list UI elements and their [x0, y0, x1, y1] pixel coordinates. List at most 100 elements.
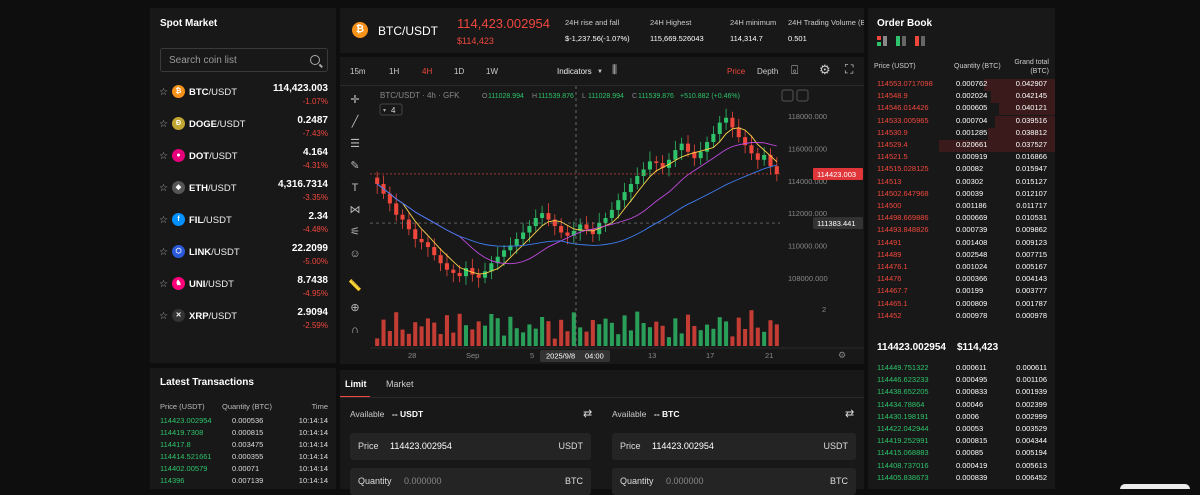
floating-button[interactable] — [1120, 484, 1190, 489]
bid-row[interactable]: 114449.751322 0.000611 0.000611 — [868, 363, 1055, 375]
quantity-field-right[interactable]: Quantity 0.000000 BTC — [612, 468, 856, 495]
brush-icon[interactable]: ✎ — [348, 159, 362, 173]
star-icon[interactable]: ☆ — [159, 119, 168, 130]
swap-icon-right[interactable]: ⇄ — [845, 407, 854, 420]
ask-row[interactable]: 114467.7 0.00199 0.003777 — [868, 286, 1055, 298]
depth-tab[interactable]: Depth — [757, 67, 778, 76]
latest-transactions-panel: Latest Transactions Price (USDT) Quantit… — [150, 368, 336, 489]
coin-row-fil[interactable]: ☆ f FIL/USDT 2.34 -4.48% — [150, 211, 336, 244]
star-icon[interactable]: ☆ — [159, 247, 168, 258]
ask-row[interactable]: 114529.4 0.020661 0.037527 — [868, 140, 1055, 152]
coin-search-input[interactable] — [160, 48, 328, 72]
price-field-left[interactable]: Price 114423.002954 USDT — [350, 433, 591, 460]
candle-body — [476, 274, 481, 278]
book-both-icon[interactable] — [877, 36, 887, 46]
swap-icon-left[interactable]: ⇄ — [583, 407, 592, 420]
magnet-icon[interactable]: ∩ — [348, 323, 362, 337]
price-tab[interactable]: Price — [727, 67, 745, 76]
coin-row-btc[interactable]: ☆ ₿ BTC/USDT 114,423.003 -1.07% — [150, 83, 336, 116]
bid-row[interactable]: 114408.737016 0.000419 0.005613 — [868, 461, 1055, 473]
book-bids-icon[interactable] — [896, 36, 906, 46]
coin-row-xrp[interactable]: ☆ ✕ XRP/USDT 2.9094 -2.59% — [150, 307, 336, 340]
ask-row[interactable]: 114465.1 0.000809 0.001787 — [868, 299, 1055, 311]
camera-icon[interactable]: ⌻ — [791, 63, 798, 78]
ask-row[interactable]: 114533.005965 0.000704 0.039516 — [868, 115, 1055, 128]
ask-price: 114548.9 — [877, 91, 908, 101]
bid-row[interactable]: 114419.252991 0.000815 0.004344 — [868, 436, 1055, 448]
star-icon[interactable]: ☆ — [159, 311, 168, 322]
ask-row[interactable]: 114491 0.001408 0.009123 — [868, 238, 1055, 250]
indicators-button[interactable]: Indicators — [557, 67, 592, 76]
timeframe-1d[interactable]: 1D — [454, 67, 464, 76]
tab-market[interactable]: Market — [386, 379, 414, 389]
ask-row[interactable]: 114546.014426 0.000605 0.040121 — [868, 103, 1055, 116]
crosshair-icon[interactable]: ✛ — [348, 93, 362, 107]
ask-row[interactable]: 114489 0.002548 0.007715 — [868, 250, 1055, 262]
ask-row[interactable]: 114530.9 0.001285 0.038812 — [868, 127, 1055, 140]
quantity-value-right[interactable]: 0.000000 — [666, 476, 704, 486]
star-icon[interactable]: ☆ — [159, 87, 168, 98]
ask-row[interactable]: 114515.028125 0.00082 0.015947 — [868, 164, 1055, 176]
volume-bar — [736, 317, 741, 346]
ask-row[interactable]: 114513 0.00302 0.015127 — [868, 177, 1055, 189]
candlestick-chart[interactable]: 118000.000116000.000114000.000112000.000… — [370, 86, 864, 364]
ask-row[interactable]: 114500 0.001186 0.011717 — [868, 201, 1055, 213]
text-icon[interactable]: T — [348, 181, 362, 195]
transaction-row: 114423.002954 0.000536 10:14:14 — [150, 416, 336, 428]
tab-limit[interactable]: Limit — [345, 379, 367, 389]
candle-type-icon[interactable]: ⫼ — [612, 64, 617, 77]
ask-row[interactable]: 114493.848826 0.000739 0.009862 — [868, 225, 1055, 237]
bid-row[interactable]: 114446.623233 0.000495 0.001106 — [868, 375, 1055, 387]
ruler-icon[interactable]: 📏 — [348, 279, 362, 293]
book-asks-icon[interactable] — [915, 36, 925, 46]
tab-divider — [340, 397, 864, 398]
coin-row-link[interactable]: ☆ ⬡ LINK/USDT 22.2099 -5.00% — [150, 243, 336, 276]
ask-row[interactable]: 114553.0717098 0.000762 0.042907 — [868, 79, 1055, 91]
coin-row-dot[interactable]: ☆ ● DOT/USDT 4.164 -4.31% — [150, 147, 336, 180]
bid-row[interactable]: 114422.042944 0.00053 0.003529 — [868, 424, 1055, 436]
quantity-value-left[interactable]: 0.000000 — [404, 476, 442, 486]
prediction-icon[interactable]: ⚟ — [348, 225, 362, 239]
volume-bar — [635, 311, 640, 346]
coin-row-eth[interactable]: ☆ ◆ ETH/USDT 4,316.7314 -3.35% — [150, 179, 336, 212]
search-icon[interactable] — [310, 55, 320, 65]
quantity-field-left[interactable]: Quantity 0.000000 BTC — [350, 468, 591, 495]
price-value-left[interactable]: 114423.002954 — [390, 441, 452, 451]
ask-row[interactable]: 114548.9 0.002024 0.042145 — [868, 91, 1055, 104]
pattern-icon[interactable]: ⋈ — [348, 203, 362, 217]
trend-line-icon[interactable]: ╱ — [348, 115, 362, 129]
fullscreen-icon[interactable]: ⛶ — [845, 62, 853, 77]
bid-row[interactable]: 114405.838673 0.000839 0.006452 — [868, 473, 1055, 485]
bid-row[interactable]: 114415.068883 0.00085 0.005194 — [868, 448, 1055, 460]
ask-row[interactable]: 114498.669886 0.000669 0.010531 — [868, 213, 1055, 225]
star-icon[interactable]: ☆ — [159, 151, 168, 162]
emoji-icon[interactable]: ☺ — [348, 247, 362, 261]
star-icon[interactable]: ☆ — [159, 183, 168, 194]
candle-body — [482, 271, 488, 278]
timeframe-15m[interactable]: 15m — [350, 67, 366, 76]
star-icon[interactable]: ☆ — [159, 279, 168, 290]
star-icon[interactable]: ☆ — [159, 215, 168, 226]
price-field-right[interactable]: Price 114423.002954 USDT — [612, 433, 856, 460]
coin-change: -3.35% — [302, 193, 328, 202]
bid-row[interactable]: 114438.652205 0.000833 0.001939 — [868, 387, 1055, 399]
ask-row[interactable]: 114476.1 0.001024 0.005167 — [868, 262, 1055, 274]
coin-row-uni[interactable]: ☆ ♞ UNI/USDT 8.7438 -4.95% — [150, 275, 336, 308]
chevron-down-icon[interactable]: ▼ — [597, 69, 603, 75]
ask-row[interactable]: 114502.647968 0.00039 0.012107 — [868, 189, 1055, 201]
ask-row[interactable]: 114452 0.000978 0.000978 — [868, 311, 1055, 323]
zoom-in-icon[interactable]: ⊕ — [348, 301, 362, 315]
bid-row[interactable]: 114430.198191 0.0006 0.002999 — [868, 412, 1055, 424]
ask-row[interactable]: 114521.5 0.000919 0.016866 — [868, 152, 1055, 164]
coin-row-doge[interactable]: ☆ Ð DOGE/USDT 0.2487 -7.43% — [150, 115, 336, 148]
timeframe-1w[interactable]: 1W — [486, 67, 498, 76]
horizontal-lines-icon[interactable]: ☰ — [348, 137, 362, 151]
settings-icon[interactable]: ⚙ — [819, 62, 831, 78]
timeframe-4h[interactable]: 4H — [422, 67, 432, 76]
volume-bar — [641, 323, 646, 346]
ask-row[interactable]: 114476 0.000366 0.004143 — [868, 274, 1055, 286]
timeframe-1h[interactable]: 1H — [389, 67, 399, 76]
price-value-right[interactable]: 114423.002954 — [652, 441, 714, 451]
bid-quantity: 0.000815 — [956, 436, 988, 446]
bid-row[interactable]: 114434.78864 0.00046 0.002399 — [868, 400, 1055, 412]
